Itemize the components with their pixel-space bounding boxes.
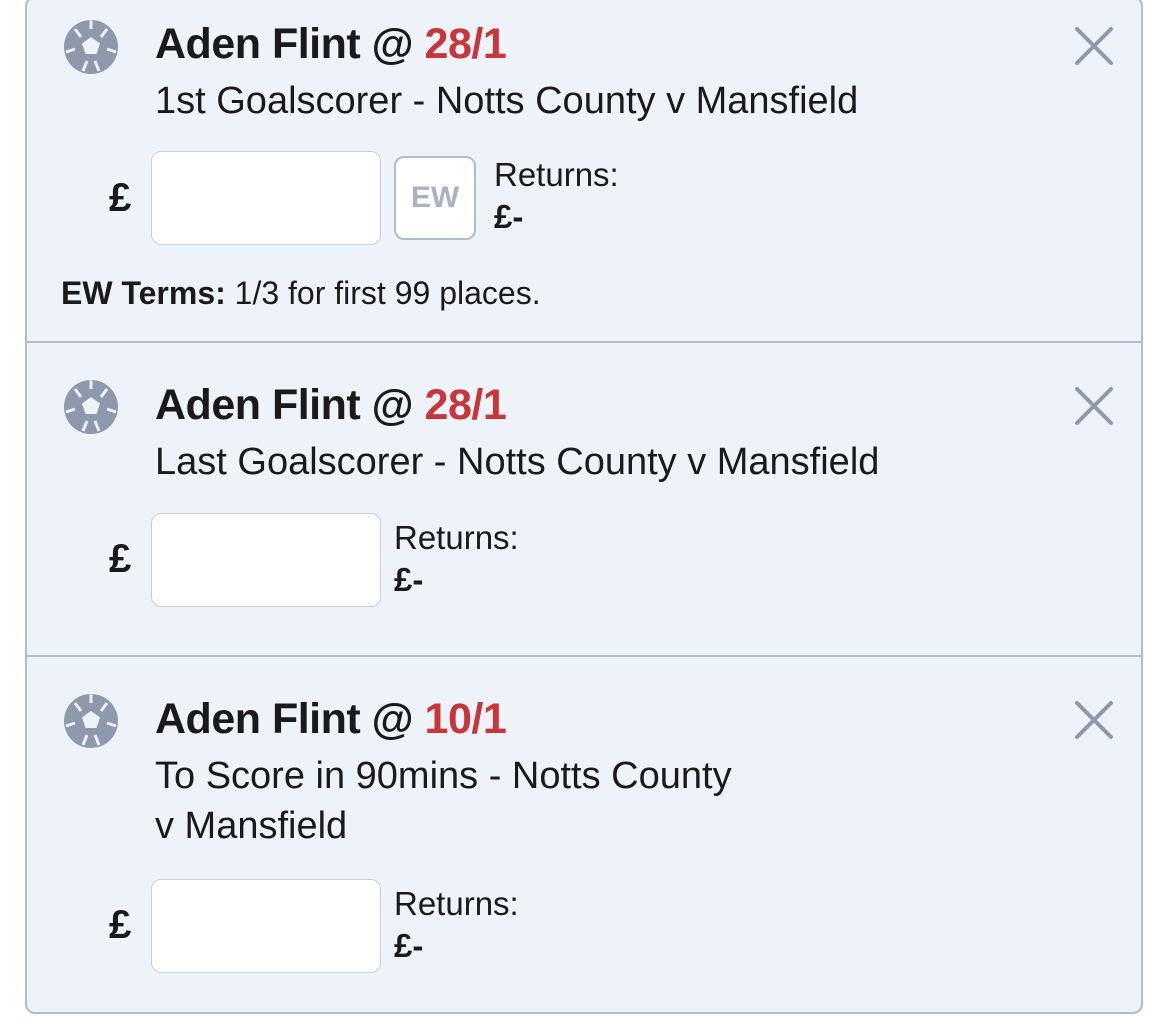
at-symbol: @ [371, 20, 414, 68]
selection-name: Aden Flint [155, 381, 361, 429]
football-icon [64, 694, 118, 748]
selection-name: Aden Flint [155, 695, 361, 743]
odds-value: 10/1 [424, 695, 507, 743]
ew-terms-text: 1/3 for first 99 places. [234, 275, 541, 311]
selection-title: Aden Flint @ 10/1 [155, 695, 507, 744]
football-icon [64, 20, 118, 74]
market-description-line-2: v Mansfield [155, 805, 348, 847]
at-symbol: @ [371, 381, 414, 429]
each-way-button[interactable]: EW [394, 156, 476, 240]
close-icon[interactable] [1071, 23, 1117, 69]
returns-label: Returns: [494, 156, 619, 193]
stake-input[interactable] [151, 151, 381, 245]
close-icon[interactable] [1071, 697, 1117, 743]
football-icon [64, 380, 118, 434]
bet-item: Aden Flint @ 10/1 To Score in 90mins - N… [27, 655, 1141, 1012]
bet-item: Aden Flint @ 28/1 1st Goalscorer - Notts… [27, 0, 1141, 341]
bet-slip: Aden Flint @ 28/1 1st Goalscorer - Notts… [25, 0, 1143, 1014]
odds-value: 28/1 [424, 20, 507, 68]
ew-terms-label: EW Terms: [61, 275, 226, 311]
odds-value: 28/1 [424, 381, 507, 429]
market-description-line-1: To Score in 90mins - Notts County [155, 755, 732, 797]
market-description: Last Goalscorer - Notts County v Mansfie… [155, 441, 880, 483]
market-description: 1st Goalscorer - Notts County v Mansfiel… [155, 80, 859, 122]
returns-value: £- [394, 561, 424, 598]
at-symbol: @ [371, 695, 414, 743]
currency-symbol: £ [109, 903, 132, 947]
returns-value: £- [494, 198, 524, 235]
bet-item: Aden Flint @ 28/1 Last Goalscorer - Nott… [27, 341, 1141, 655]
stake-input[interactable] [151, 879, 381, 973]
returns-label: Returns: [394, 519, 519, 556]
selection-name: Aden Flint [155, 20, 361, 68]
returns-label: Returns: [394, 885, 519, 922]
selection-title: Aden Flint @ 28/1 [155, 20, 507, 69]
ew-terms: EW Terms: 1/3 for first 99 places. [61, 275, 541, 312]
close-icon[interactable] [1071, 383, 1117, 429]
currency-symbol: £ [109, 176, 132, 220]
currency-symbol: £ [109, 537, 132, 581]
selection-title: Aden Flint @ 28/1 [155, 381, 507, 430]
stake-input[interactable] [151, 513, 381, 607]
returns-value: £- [394, 927, 424, 964]
